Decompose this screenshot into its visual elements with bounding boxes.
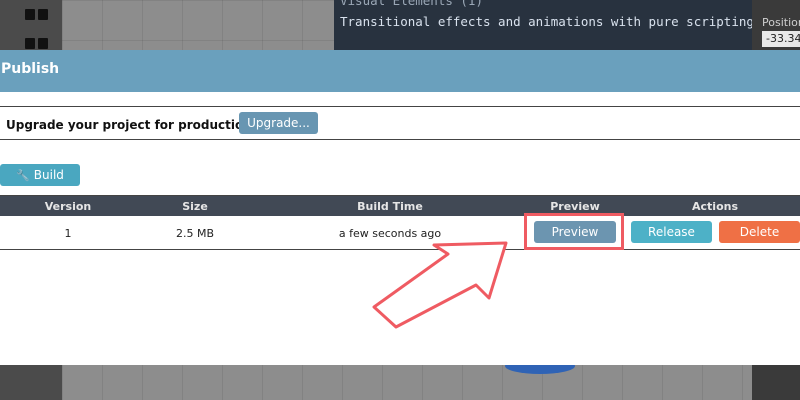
- code-line-top: Visual Elements (1): [340, 0, 483, 8]
- position-input[interactable]: -33.344: [762, 31, 800, 47]
- build-button-label: Build: [33, 168, 64, 182]
- header-version: Version: [44, 200, 92, 213]
- header-size: Size: [182, 200, 208, 213]
- cell-version: 1: [64, 227, 72, 240]
- code-panel: Visual Elements (1) Transitional effects…: [334, 0, 761, 50]
- header-build-time: Build Time: [357, 200, 423, 213]
- modal-header: Publish: [0, 50, 800, 92]
- divider: [0, 249, 800, 250]
- modal-title: Publish: [1, 61, 60, 77]
- wrench-icon: 🔧: [16, 169, 30, 182]
- copy-icon[interactable]: [25, 9, 35, 20]
- trash-icon[interactable]: [38, 9, 48, 20]
- preview-button[interactable]: Preview: [534, 221, 616, 243]
- header-actions: Actions: [692, 200, 738, 213]
- cell-size: 2.5 MB: [175, 227, 215, 240]
- header-preview: Preview: [550, 200, 600, 213]
- table-header: Version Size Build Time Preview Actions: [0, 196, 800, 216]
- divider: [0, 139, 800, 140]
- build-button[interactable]: 🔧 Build: [0, 164, 80, 186]
- publish-modal: Publish Upgrade your project for product…: [0, 50, 800, 365]
- icon-row: [25, 9, 55, 23]
- release-button[interactable]: Release: [631, 221, 712, 243]
- code-line: Transitional effects and animations with…: [340, 14, 762, 29]
- position-label: Position: [762, 16, 800, 29]
- trash-icon[interactable]: [38, 38, 48, 49]
- upgrade-button[interactable]: Upgrade...: [239, 112, 318, 134]
- divider: [0, 106, 800, 107]
- delete-button[interactable]: Delete: [719, 221, 800, 243]
- cell-build-time: a few seconds ago: [338, 227, 442, 240]
- copy-icon[interactable]: [25, 38, 35, 49]
